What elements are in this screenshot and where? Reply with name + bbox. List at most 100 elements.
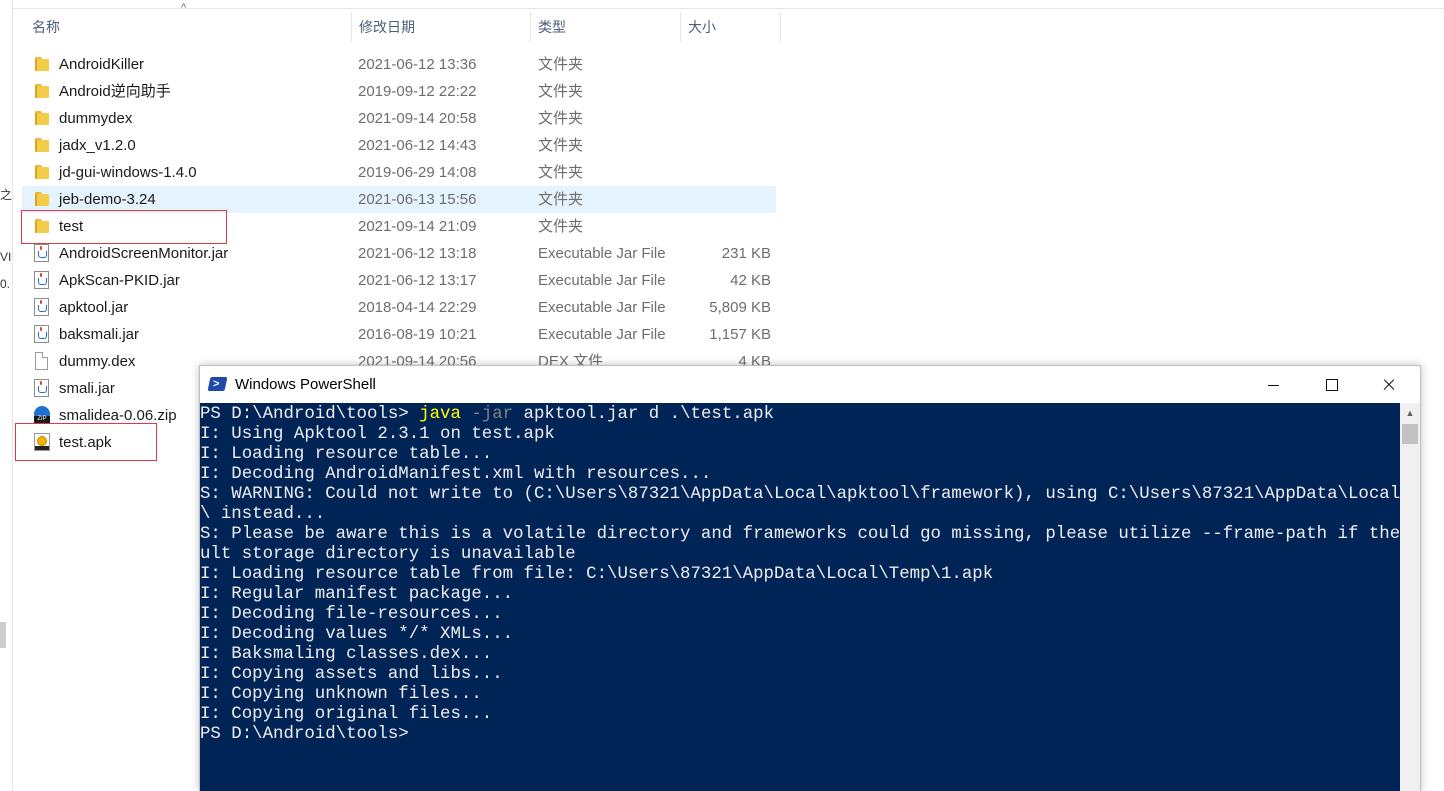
highlight-box-test-folder (21, 210, 227, 244)
file-row[interactable]: baksmali.jar 2016-08-19 10:21 Executable J… (22, 321, 776, 348)
console-line: I: Decoding AndroidManifest.xml with res… (200, 465, 712, 484)
console-line: I: Copying assets and libs... (200, 665, 503, 684)
file-name: ApkScan-PKID.jar (59, 272, 180, 289)
file-name: dummydex (59, 110, 133, 127)
console-line: I: Loading resource table... (200, 445, 493, 464)
file-type: 文件夹 (538, 164, 584, 181)
file-type: 文件夹 (538, 191, 584, 208)
console-line: I: Copying original files... (200, 705, 493, 724)
console-line: I: Using Apktool 2.3.1 on test.apk (200, 425, 555, 444)
nav-fragment: 0. (0, 277, 11, 291)
zip-file-icon: ZIP (34, 406, 50, 424)
window-title: Windows PowerShell (235, 376, 376, 393)
file-date: 2021-09-14 21:09 (358, 218, 477, 235)
column-header-type[interactable]: 类型 (530, 12, 680, 42)
file-type: 文件夹 (538, 218, 584, 235)
jar-file-icon (34, 244, 49, 262)
file-name: AndroidKiller (59, 56, 145, 73)
console-line: S: Please be aware this is a volatile di… (200, 525, 1400, 544)
jar-file-icon (34, 379, 49, 397)
console-line: I: Decoding file-resources... (200, 605, 503, 624)
file-row[interactable]: jeb-demo-3.24 2021-06-13 15:56 文件夹 (22, 186, 776, 213)
console-line: I: Regular manifest package... (200, 585, 514, 604)
file-row[interactable]: AndroidKiller 2021-06-12 13:36 文件夹 (22, 51, 776, 78)
folder-icon (34, 110, 50, 126)
folder-icon (34, 56, 50, 72)
file-name: apktool.jar (59, 299, 129, 316)
file-date: 2016-08-19 10:21 (358, 326, 477, 343)
file-type: Executable Jar File (538, 326, 666, 343)
file-date: 2021-09-14 20:58 (358, 110, 477, 127)
console-line: ult storage directory is unavailable (200, 545, 576, 564)
jar-file-icon (34, 325, 49, 343)
nav-scrollbar-thumb[interactable] (0, 622, 6, 648)
folder-icon (34, 191, 50, 207)
file-row[interactable]: Android逆向助手 2019-09-12 22:22 文件夹 (22, 78, 776, 105)
console-line: I: Loading resource table from file: C:\… (200, 565, 994, 584)
powershell-icon: > (207, 377, 228, 391)
console-scrollbar[interactable]: ▲ (1400, 403, 1420, 791)
nav-fragment: VI (0, 250, 12, 264)
file-name: AndroidScreenMonitor.jar (59, 245, 229, 262)
console-line: I: Decoding values */* XMLs... (200, 625, 514, 644)
file-name: jadx_v1.2.0 (59, 137, 136, 154)
file-size: 5,809 KB (709, 299, 771, 316)
file-date: 2019-09-12 22:22 (358, 83, 477, 100)
file-name: jeb-demo-3.24 (59, 191, 156, 208)
file-date: 2021-06-12 13:18 (358, 245, 477, 262)
file-row[interactable]: jadx_v1.2.0 2021-06-12 14:43 文件夹 (22, 132, 776, 159)
folder-icon (34, 137, 50, 153)
console-parameter: -jar (460, 405, 514, 424)
title-bar[interactable]: > Windows PowerShell (200, 366, 1420, 403)
jar-file-icon (34, 298, 49, 316)
blank-file-icon (35, 352, 48, 370)
file-name: dummy.dex (59, 353, 136, 370)
powershell-window[interactable]: > Windows PowerShell PS D:\Android\tools… (199, 365, 1421, 791)
console-prompt: PS D:\Android\tools> (200, 405, 420, 424)
file-name: smali.jar (59, 380, 115, 397)
file-size: 231 KB (721, 245, 771, 262)
column-header-size[interactable]: 大小 (680, 12, 780, 42)
close-button[interactable] (1360, 366, 1418, 403)
maximize-button[interactable] (1302, 366, 1360, 403)
scroll-up-arrow-icon[interactable]: ▲ (1400, 403, 1420, 423)
file-size: 42 KB (730, 272, 771, 289)
ribbon-divider (0, 8, 1444, 9)
file-row[interactable]: jd-gui-windows-1.4.0 2019-06-29 14:08 文件夹 (22, 159, 776, 186)
console-output[interactable]: PS D:\Android\tools> java -jar apktool.j… (200, 403, 1400, 791)
file-name: baksmali.jar (59, 326, 140, 343)
file-row[interactable]: AndroidScreenMonitor.jar 2021-06-12 13:18… (22, 240, 776, 267)
console-line: PS D:\Android\tools> (200, 725, 409, 744)
column-header-name[interactable]: 名称 (24, 12, 351, 42)
file-name: Android逆向助手 (59, 83, 171, 100)
console-line: PS D:\Android\tools> java -jar apktool.j… (200, 405, 774, 425)
file-date: 2021-06-12 14:43 (358, 137, 477, 154)
folder-icon (34, 83, 50, 99)
file-date: 2021-06-13 15:56 (358, 191, 477, 208)
minimize-button[interactable] (1244, 366, 1302, 403)
navigation-pane[interactable]: 之 VI 0. (0, 0, 13, 791)
console-line: S: WARNING: Could not write to (C:\Users… (200, 485, 1400, 504)
console-command: java (419, 405, 461, 424)
file-type: Executable Jar File (538, 272, 666, 289)
file-row[interactable]: dummydex 2021-09-14 20:58 文件夹 (22, 105, 776, 132)
scrollbar-thumb[interactable] (1402, 424, 1418, 444)
file-size: 1,157 KB (709, 326, 771, 343)
console-line: I: Baksmaling classes.dex... (200, 645, 493, 664)
console-line: \ instead... (200, 505, 326, 524)
column-header-date[interactable]: 修改日期 (351, 12, 530, 42)
highlight-box-test-apk (15, 423, 157, 461)
file-name: jd-gui-windows-1.4.0 (59, 164, 197, 181)
file-type: 文件夹 (538, 137, 584, 154)
file-row[interactable]: apktool.jar 2018-04-14 22:29 Executable Ja… (22, 294, 776, 321)
file-type: 文件夹 (538, 56, 584, 73)
console-line: I: Copying unknown files... (200, 685, 482, 704)
console-arguments: apktool.jar d .\test.apk (513, 405, 775, 424)
nav-fragment: 之 (0, 188, 13, 202)
file-row[interactable]: ApkScan-PKID.jar 2021-06-12 13:17 Executab… (22, 267, 776, 294)
column-divider[interactable] (780, 12, 781, 42)
file-date: 2021-06-12 13:36 (358, 56, 477, 73)
file-type: 文件夹 (538, 83, 584, 100)
file-type: 文件夹 (538, 110, 584, 127)
file-type: Executable Jar File (538, 299, 666, 316)
